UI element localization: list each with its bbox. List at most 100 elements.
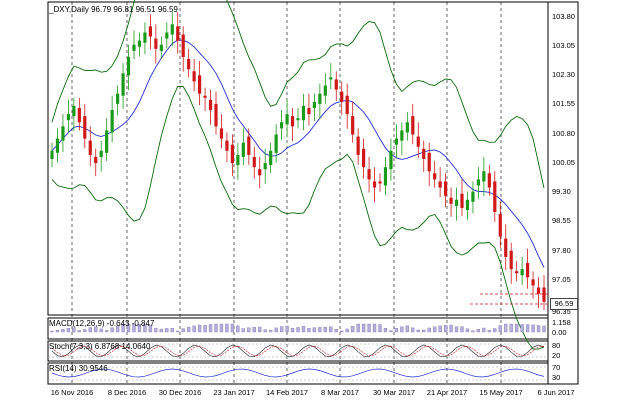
macd-scale-top: 1.158 (552, 318, 571, 327)
candle-body (438, 181, 442, 188)
candle-body (476, 179, 480, 186)
macd-bar (241, 328, 245, 333)
macd-bar (471, 330, 475, 333)
macd-bar (542, 325, 546, 333)
candle-body (367, 169, 371, 180)
macd-bar (323, 327, 327, 333)
rsi-scale-70: 70 (552, 363, 561, 372)
candle-body (526, 263, 530, 278)
candle-body (269, 150, 273, 166)
macd-bar (236, 325, 240, 333)
candle-body (247, 136, 251, 155)
macd-bar (438, 325, 442, 333)
macd-bar (105, 330, 109, 333)
macd-bar (531, 324, 535, 333)
candle-body (77, 107, 81, 123)
candle-body (94, 156, 98, 164)
macd-bar (50, 330, 54, 333)
candle-body (88, 140, 92, 155)
macd-bar (219, 323, 224, 333)
candle-body (66, 114, 70, 121)
candle-body (170, 24, 174, 35)
candle-body (389, 150, 393, 170)
macd-bar (203, 325, 207, 333)
candle-body (274, 134, 278, 153)
price-tick: 100.80 (552, 129, 575, 138)
candle-body (454, 199, 459, 206)
macd-bar (214, 323, 218, 333)
price-tick: 98.55 (552, 216, 571, 225)
macd-bar (356, 323, 360, 333)
macd-bar (498, 325, 502, 333)
candle-body (531, 279, 535, 286)
macd-bar (197, 324, 202, 333)
price-tick: 97.05 (552, 275, 571, 284)
date-label: 21 Apr 2017 (426, 388, 468, 397)
date-label: 6 Jun 2017 (537, 388, 575, 397)
main-panel[interactable] (47, 1, 549, 316)
macd-bar (83, 329, 87, 333)
macd-bar (487, 330, 491, 333)
macd-bar (99, 328, 103, 333)
candle-body (132, 44, 136, 51)
dxy-chart (47, 0, 579, 385)
candle-body (176, 26, 180, 41)
macd-bar (225, 323, 229, 333)
candle-body (383, 167, 388, 186)
candle-body (351, 116, 355, 135)
candle-body (296, 118, 300, 121)
date-label: 8 Dec 2016 (107, 388, 147, 397)
candle-body (449, 197, 453, 204)
price-tick: 101.55 (552, 99, 575, 108)
macd-bar (263, 329, 267, 333)
candle-body (208, 99, 213, 111)
candle-body (258, 169, 262, 176)
macd-bar (252, 326, 256, 333)
candle-body (126, 56, 131, 76)
macd-bar (509, 323, 513, 333)
price-tick: 103.80 (552, 12, 575, 21)
rsi-label: RSI(14) 30.9546 (49, 364, 108, 373)
current-price-badge: 96.59 (550, 298, 578, 310)
macd-bar (301, 326, 306, 333)
macd-bar (72, 327, 76, 333)
macd-bar (55, 329, 60, 333)
macd-bar (296, 327, 300, 333)
candle-body (72, 105, 76, 117)
macd-bar (504, 323, 508, 333)
macd-bar (383, 328, 388, 333)
candle-body (105, 130, 109, 153)
candle-body (241, 142, 245, 157)
macd-bar (208, 324, 213, 333)
macd-bar (170, 328, 174, 333)
candle-body (400, 130, 404, 141)
candle-body (203, 95, 207, 98)
macd-bar (77, 330, 81, 333)
date-label: 30 Mar 2017 (372, 388, 416, 397)
candle-body (99, 150, 103, 157)
candle-body (362, 148, 366, 168)
candle-body (198, 75, 202, 94)
candle-body (340, 91, 344, 102)
macd-bar (247, 327, 251, 333)
candle-body (515, 271, 519, 274)
date-label: 16 Nov 2016 (50, 388, 94, 397)
candle-body (405, 122, 409, 133)
macd-bar (154, 328, 158, 333)
macd-bar (367, 323, 371, 333)
rsi-scale-30: 30 (552, 373, 561, 382)
candle-body (110, 110, 114, 133)
macd-bar (159, 328, 163, 333)
date-label: 15 May 2017 (479, 388, 523, 397)
candle-body (411, 116, 415, 135)
candle-body (214, 103, 218, 127)
macd-bar (422, 329, 426, 333)
candle-body (471, 191, 475, 202)
candle-body (116, 93, 120, 104)
macd-bar (372, 323, 377, 333)
date-label: 14 Feb 2017 (265, 388, 309, 397)
candle-body (378, 181, 382, 184)
macd-bar (389, 330, 393, 333)
macd-bar (345, 328, 349, 333)
candle-body (372, 181, 377, 188)
